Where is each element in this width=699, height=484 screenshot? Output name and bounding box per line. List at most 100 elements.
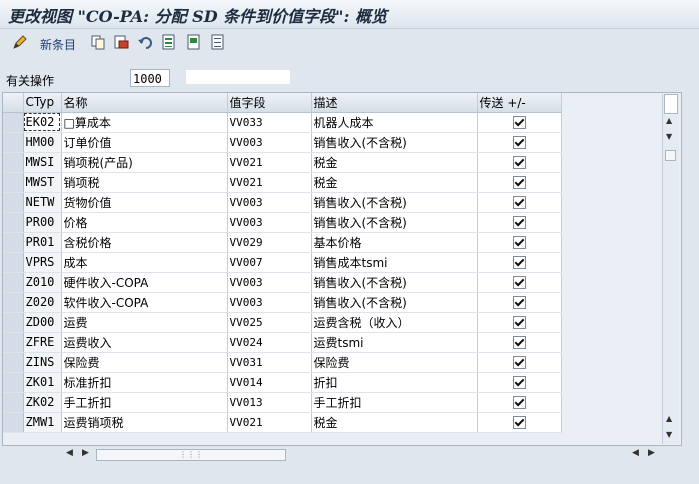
table-row[interactable]: Z010 硬件收入-COPA VV003 销售收入(不含税)	[3, 272, 562, 293]
table-row[interactable]: ZD00 运费 VV025 运费含税（收入）	[3, 312, 562, 333]
table-row[interactable]: ZFRE 运费收入 VV024 运费tsmi	[3, 332, 562, 353]
undo-icon[interactable]	[137, 34, 153, 50]
table-row[interactable]: Z020 软件收入-COPA VV003 销售收入(不含税)	[3, 292, 562, 313]
checkbox-checked-icon[interactable]	[512, 156, 526, 169]
table-row[interactable]: MWSI 销项税(产品) VV021 税金	[3, 152, 562, 173]
transfer-checkbox-cell[interactable]	[477, 252, 562, 273]
transfer-checkbox-cell[interactable]	[477, 152, 562, 173]
select-block-icon[interactable]	[186, 34, 202, 50]
row-selector[interactable]	[3, 392, 24, 413]
transfer-checkbox-cell[interactable]	[477, 132, 562, 153]
select-all-icon[interactable]	[161, 34, 177, 50]
condition-type-cell[interactable]: Z010	[23, 272, 62, 293]
condition-type-cell[interactable]: Z020	[23, 292, 62, 313]
pencil-icon[interactable]	[12, 34, 28, 50]
row-selector[interactable]	[3, 212, 24, 233]
new-entries-button[interactable]: 新条目	[40, 36, 76, 53]
copy-icon[interactable]	[90, 34, 106, 50]
condition-type-cell[interactable]: VPRS	[23, 252, 62, 273]
table-row[interactable]: PR01 含税价格 VV029 基本价格	[3, 232, 562, 253]
condition-type-cell[interactable]: ZMW1	[23, 412, 62, 433]
transfer-checkbox-cell[interactable]	[477, 312, 562, 333]
deselect-all-icon[interactable]	[210, 34, 226, 50]
row-selector[interactable]	[3, 352, 24, 373]
condition-type-cell[interactable]: ZD00	[23, 312, 62, 333]
row-selector[interactable]	[3, 192, 24, 213]
column-header-description[interactable]: 描述	[311, 93, 478, 113]
related-operation-field[interactable]: 1000	[130, 69, 170, 87]
row-selector[interactable]	[3, 272, 24, 293]
transfer-checkbox-cell[interactable]	[477, 392, 562, 413]
condition-type-cell[interactable]: ZK01	[23, 372, 62, 393]
column-header-transfer[interactable]: 传送 +/-	[477, 93, 562, 113]
delete-icon[interactable]	[113, 34, 129, 50]
checkbox-checked-icon[interactable]	[512, 356, 526, 369]
condition-type-cell[interactable]: HM00	[23, 132, 62, 153]
checkbox-checked-icon[interactable]	[512, 216, 526, 229]
condition-type-cell[interactable]: NETW	[23, 192, 62, 213]
table-row[interactable]: ZMW1 运费销项税 VV021 税金	[3, 412, 562, 433]
transfer-checkbox-cell[interactable]	[477, 352, 562, 373]
scroll-right-icon[interactable]: ▶	[82, 448, 89, 458]
transfer-checkbox-cell[interactable]	[477, 412, 562, 433]
value-field-cell[interactable]: VV003	[227, 272, 312, 293]
row-selector[interactable]	[3, 372, 24, 393]
horizontal-scrollbar[interactable]: ◀ ▶ ⋮⋮⋮ ◀ ▶	[60, 448, 660, 462]
transfer-checkbox-cell[interactable]	[477, 372, 562, 393]
column-header-value-field[interactable]: 值字段	[227, 93, 312, 113]
row-selector[interactable]	[3, 232, 24, 253]
condition-type-cell[interactable]: EK02	[23, 112, 62, 133]
value-field-cell[interactable]: VV003	[227, 192, 312, 213]
row-selector[interactable]	[3, 172, 24, 193]
checkbox-checked-icon[interactable]	[512, 416, 526, 429]
select-all-cell[interactable]	[3, 93, 24, 113]
row-selector[interactable]	[3, 152, 24, 173]
transfer-checkbox-cell[interactable]	[477, 332, 562, 353]
row-selector[interactable]	[3, 252, 24, 273]
column-header-ctyp[interactable]: CTyp	[23, 93, 62, 113]
table-row[interactable]: EK02 □算成本 VV033 机器人成本	[3, 112, 562, 133]
checkbox-checked-icon[interactable]	[512, 336, 526, 349]
row-selector[interactable]	[3, 112, 24, 133]
condition-type-cell[interactable]: ZINS	[23, 352, 62, 373]
value-field-cell[interactable]: VV014	[227, 372, 312, 393]
table-row[interactable]: HM00 订单价值 VV003 销售收入(不含税)	[3, 132, 562, 153]
transfer-checkbox-cell[interactable]	[477, 232, 562, 253]
checkbox-checked-icon[interactable]	[512, 196, 526, 209]
condition-type-cell[interactable]: PR01	[23, 232, 62, 253]
table-row[interactable]: MWST 销项税 VV021 税金	[3, 172, 562, 193]
scroll-left-icon[interactable]: ◀	[66, 448, 73, 458]
column-header-name[interactable]: 名称	[61, 93, 228, 113]
checkbox-checked-icon[interactable]	[512, 376, 526, 389]
transfer-checkbox-cell[interactable]	[477, 212, 562, 233]
horizontal-scroll-thumb[interactable]: ⋮⋮⋮	[96, 449, 286, 461]
row-selector[interactable]	[3, 312, 24, 333]
value-field-cell[interactable]: VV031	[227, 352, 312, 373]
scroll-up-icon[interactable]: ▲	[666, 116, 672, 125]
value-field-cell[interactable]: VV003	[227, 212, 312, 233]
value-field-cell[interactable]: VV029	[227, 232, 312, 253]
scroll-right-end-icon[interactable]: ▶	[648, 448, 655, 458]
checkbox-checked-icon[interactable]	[512, 136, 526, 149]
table-row[interactable]: PR00 价格 VV003 销售收入(不含税)	[3, 212, 562, 233]
checkbox-checked-icon[interactable]	[512, 316, 526, 329]
value-field-cell[interactable]: VV003	[227, 132, 312, 153]
table-row[interactable]: VPRS 成本 VV007 销售成本tsmi	[3, 252, 562, 273]
scroll-down-small-icon[interactable]: ▼	[666, 132, 672, 141]
row-selector[interactable]	[3, 132, 24, 153]
condition-type-cell[interactable]: PR00	[23, 212, 62, 233]
value-field-cell[interactable]: VV021	[227, 152, 312, 173]
value-field-cell[interactable]: VV007	[227, 252, 312, 273]
table-row[interactable]: ZINS 保险费 VV031 保险费	[3, 352, 562, 373]
value-field-cell[interactable]: VV033	[227, 112, 312, 133]
value-field-cell[interactable]: VV003	[227, 292, 312, 313]
checkbox-checked-icon[interactable]	[512, 176, 526, 189]
transfer-checkbox-cell[interactable]	[477, 112, 562, 133]
value-field-cell[interactable]: VV021	[227, 412, 312, 433]
scroll-page-icon[interactable]	[665, 150, 676, 161]
condition-type-cell[interactable]: MWST	[23, 172, 62, 193]
condition-type-cell[interactable]: MWSI	[23, 152, 62, 173]
checkbox-checked-icon[interactable]	[512, 236, 526, 249]
checkbox-checked-icon[interactable]	[512, 296, 526, 309]
table-row[interactable]: ZK01 标准折扣 VV014 折扣	[3, 372, 562, 393]
